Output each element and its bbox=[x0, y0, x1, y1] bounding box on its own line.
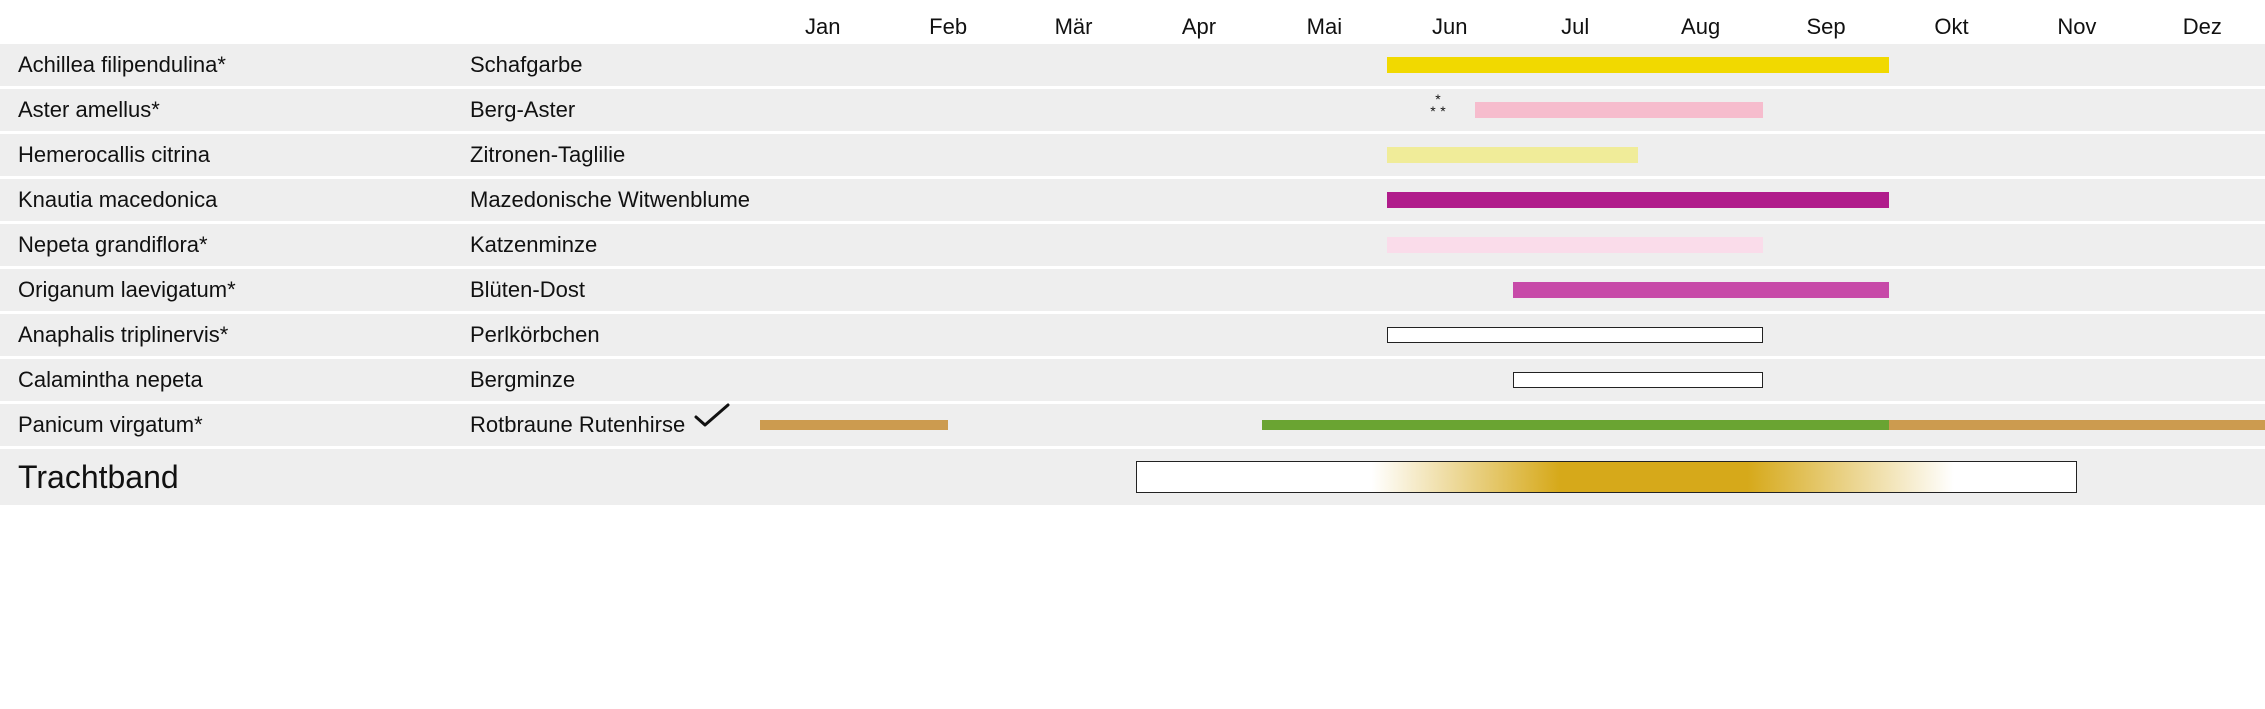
month-label: Mär bbox=[1055, 14, 1093, 40]
month-label: Mai bbox=[1307, 14, 1342, 40]
plant-row: Calamintha nepetaBergminze bbox=[0, 359, 2265, 401]
month-label: Jan bbox=[805, 14, 840, 40]
month-label: Jul bbox=[1561, 14, 1589, 40]
plant-latin-name: Achillea filipendulina* bbox=[0, 52, 470, 78]
check-icon bbox=[692, 401, 732, 437]
bloom-bar bbox=[1889, 420, 2265, 430]
svg-text:*: * bbox=[1430, 103, 1436, 119]
plant-timeline bbox=[760, 269, 2265, 311]
month-label: Okt bbox=[1934, 14, 1968, 40]
plant-timeline bbox=[760, 179, 2265, 221]
plant-latin-name: Panicum virgatum* bbox=[0, 412, 470, 438]
month-label: Jun bbox=[1432, 14, 1467, 40]
month-label: Feb bbox=[929, 14, 967, 40]
header-row: Jan Feb Mär Apr Mai Jun Jul Aug Sep Okt Nov Dez bbox=[0, 0, 2265, 44]
plant-latin-name: Origanum laevigatum* bbox=[0, 277, 470, 303]
plant-timeline bbox=[760, 224, 2265, 266]
bloom-bar-outlined bbox=[1513, 372, 1764, 388]
plant-latin-name: Nepeta grandiflora* bbox=[0, 232, 470, 258]
plant-timeline bbox=[760, 359, 2265, 401]
bloom-chart: Jan Feb Mär Apr Mai Jun Jul Aug Sep Okt Nov Dez Ach… bbox=[0, 0, 2265, 505]
bloom-bar bbox=[1262, 420, 1889, 430]
bloom-bar bbox=[1387, 192, 1889, 208]
bloom-bar bbox=[760, 420, 948, 430]
plant-common-name: Blüten-Dost bbox=[470, 277, 760, 303]
svg-text:*: * bbox=[1440, 103, 1446, 119]
plant-row: Anaphalis triplinervis*Perlkörbchen bbox=[0, 314, 2265, 356]
plant-common-name: Schafgarbe bbox=[470, 52, 760, 78]
asterisks-icon: *** bbox=[1425, 94, 1451, 126]
plant-row: Achillea filipendulina*Schafgarbe bbox=[0, 44, 2265, 86]
plant-timeline bbox=[760, 314, 2265, 356]
plant-latin-name: Aster amellus* bbox=[0, 97, 470, 123]
plant-row: Hemerocallis citrinaZitronen-Taglilie bbox=[0, 134, 2265, 176]
plant-latin-name: Calamintha nepeta bbox=[0, 367, 470, 393]
plant-common-name: Mazedonische Witwenblume bbox=[470, 187, 760, 213]
plant-latin-name: Knautia macedonica bbox=[0, 187, 470, 213]
month-label: Aug bbox=[1681, 14, 1720, 40]
plant-common-name: Bergminze bbox=[470, 367, 760, 393]
bloom-bar-outlined bbox=[1387, 327, 1763, 343]
plant-row: Nepeta grandiflora*Katzenminze bbox=[0, 224, 2265, 266]
month-label: Apr bbox=[1182, 14, 1216, 40]
bloom-bar bbox=[1387, 57, 1889, 73]
month-label: Sep bbox=[1806, 14, 1845, 40]
plant-timeline bbox=[760, 404, 2265, 446]
plant-latin-name: Anaphalis triplinervis* bbox=[0, 322, 470, 348]
trachtband-label: Trachtband bbox=[0, 459, 470, 496]
plant-row: Panicum virgatum*Rotbraune Rutenhirse bbox=[0, 404, 2265, 446]
plant-row: Origanum laevigatum*Blüten-Dost bbox=[0, 269, 2265, 311]
bloom-bar bbox=[1513, 282, 1889, 298]
bloom-bar bbox=[1475, 102, 1763, 118]
plant-timeline bbox=[760, 134, 2265, 176]
plant-row: Knautia macedonicaMazedonische Witwenblu… bbox=[0, 179, 2265, 221]
plant-common-name: Berg-Aster bbox=[470, 97, 760, 123]
plant-common-name: Zitronen-Taglilie bbox=[470, 142, 760, 168]
plant-latin-name: Hemerocallis citrina bbox=[0, 142, 470, 168]
bloom-bar bbox=[1387, 147, 1638, 163]
trachtband-bar bbox=[1136, 461, 2077, 493]
plant-common-name: Perlkörbchen bbox=[470, 322, 760, 348]
month-label: Nov bbox=[2057, 14, 2096, 40]
plant-timeline bbox=[760, 44, 2265, 86]
bloom-bar bbox=[1387, 237, 1763, 253]
month-label: Dez bbox=[2183, 14, 2222, 40]
trachtband-row: Trachtband bbox=[0, 449, 2265, 505]
plant-row: Aster amellus*Berg-Aster *** bbox=[0, 89, 2265, 131]
plant-common-name: Katzenminze bbox=[470, 232, 760, 258]
plant-timeline: *** bbox=[760, 89, 2265, 131]
